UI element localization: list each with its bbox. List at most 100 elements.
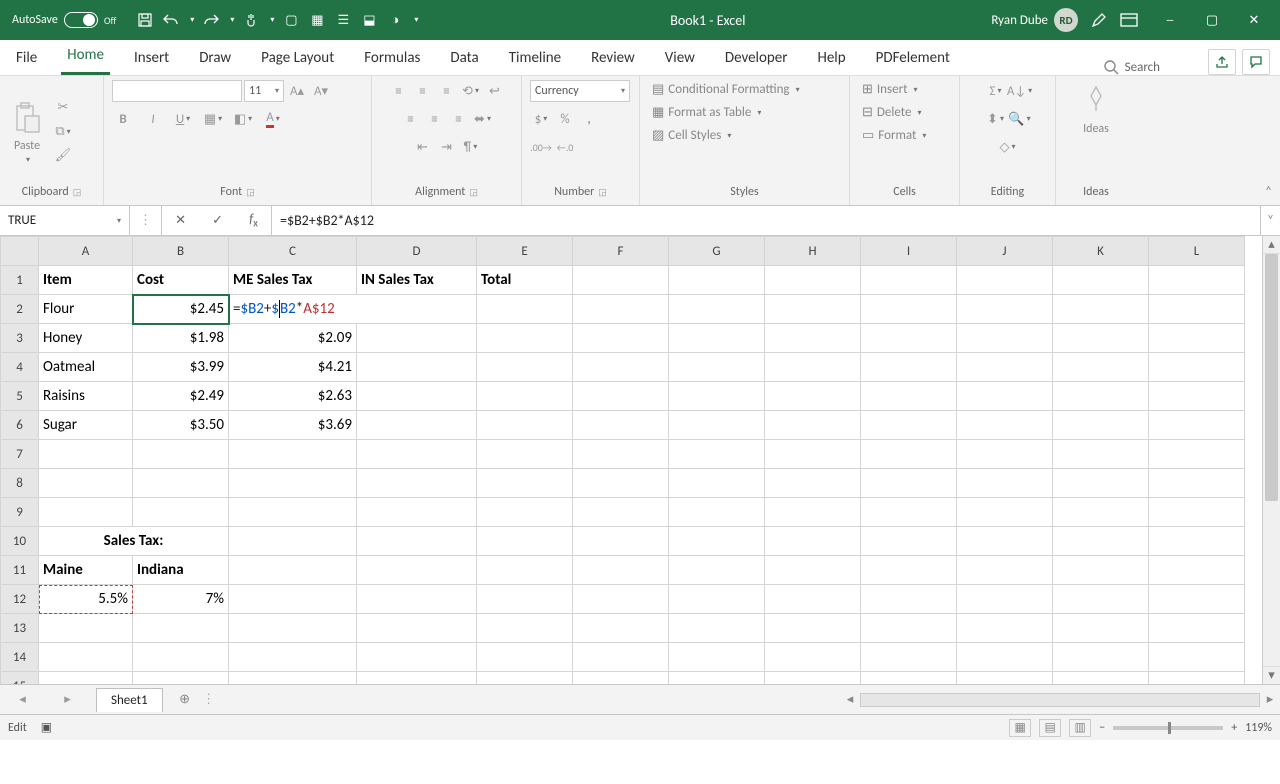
col-header-J[interactable]: J [957,237,1053,266]
cell-E1[interactable]: Total [477,266,573,295]
cell-H1[interactable] [765,266,861,295]
autosave-toggle[interactable]: AutoSave Off [4,12,124,28]
tab-help[interactable]: Help [811,43,851,75]
cell-E2[interactable] [477,295,573,324]
cell-I14[interactable] [861,643,957,672]
cell-I1[interactable] [861,266,957,295]
align-bottom-icon[interactable]: ≡ [436,80,458,102]
namebox-resize-icon[interactable]: ⋮ [130,206,162,235]
cell-K12[interactable] [1053,585,1149,614]
row-header-7[interactable]: 7 [1,440,39,469]
pen-icon[interactable] [1090,11,1108,29]
cell-E5[interactable] [477,382,573,411]
cell-A1[interactable]: Item [39,266,133,295]
alignment-dialog-icon[interactable]: ◲ [469,187,478,198]
format-painter-icon[interactable]: 🖌 [52,145,74,167]
cell-G5[interactable] [669,382,765,411]
cell-J14[interactable] [957,643,1053,672]
undo-icon[interactable] [162,11,180,29]
cell-D11[interactable] [357,556,477,585]
row-header-14[interactable]: 14 [1,643,39,672]
cell-B1[interactable]: Cost [133,266,229,295]
select-all-corner[interactable] [1,237,39,266]
align-center-icon[interactable]: ≡ [424,108,446,130]
cell-H3[interactable] [765,324,861,353]
scroll-up-icon[interactable]: ▴ [1263,236,1280,254]
cell-E4[interactable] [477,353,573,382]
cell-J12[interactable] [957,585,1053,614]
cell-H4[interactable] [765,353,861,382]
borders-icon[interactable]: ▦▾ [202,108,224,130]
cell-C2-editing[interactable]: =$B2+$B2*A$12 [229,295,477,324]
align-left-icon[interactable]: ≡ [400,108,422,130]
enter-formula-icon[interactable]: ✓ [212,213,223,228]
orientation-icon[interactable]: ⟲▾ [460,80,482,102]
align-middle-icon[interactable]: ≡ [412,80,434,102]
cell-K9[interactable] [1053,498,1149,527]
touch-dd-icon[interactable]: ▾ [270,15,274,25]
cell-I6[interactable] [861,411,957,440]
cell-L1[interactable] [1149,266,1245,295]
tab-draw[interactable]: Draw [193,43,237,75]
cell-C1[interactable]: ME Sales Tax [229,266,357,295]
cell-B7[interactable] [133,440,229,469]
cell-K1[interactable] [1053,266,1149,295]
cell-B6[interactable]: $3.50 [133,411,229,440]
row-header-1[interactable]: 1 [1,266,39,295]
paste-icon[interactable] [8,99,46,137]
cell-K2[interactable] [1053,295,1149,324]
cell-J9[interactable] [957,498,1053,527]
cell-E9[interactable] [477,498,573,527]
col-header-A[interactable]: A [39,237,133,266]
sort-filter-icon[interactable]: A↓▾ [1009,80,1031,102]
cell-C3[interactable]: $2.09 [229,324,357,353]
cell-H15[interactable] [765,672,861,685]
cell-A14[interactable] [39,643,133,672]
cell-K10[interactable] [1053,527,1149,556]
fill-color-icon[interactable]: ◧▾ [232,108,254,130]
cell-K14[interactable] [1053,643,1149,672]
wrap-text-icon[interactable]: ↩ [484,80,506,102]
cell-F7[interactable] [573,440,669,469]
cell-B13[interactable] [133,614,229,643]
comma-icon[interactable]: , [578,108,600,130]
cell-K6[interactable] [1053,411,1149,440]
cell-L9[interactable] [1149,498,1245,527]
cell-K3[interactable] [1053,324,1149,353]
cell-C8[interactable] [229,469,357,498]
delete-cells-button[interactable]: ⊟Delete▾ [858,103,925,122]
cell-J15[interactable] [957,672,1053,685]
maximize-icon[interactable]: ▢ [1198,13,1226,28]
cell-H11[interactable] [765,556,861,585]
col-header-K[interactable]: K [1053,237,1149,266]
cell-I15[interactable] [861,672,957,685]
tab-home[interactable]: Home [61,40,110,75]
tab-review[interactable]: Review [585,43,641,75]
cell-L12[interactable] [1149,585,1245,614]
cell-H9[interactable] [765,498,861,527]
number-format-combo[interactable]: Currency▾ [530,80,630,102]
cell-C15[interactable] [229,672,357,685]
row-header-8[interactable]: 8 [1,469,39,498]
cell-E6[interactable] [477,411,573,440]
cell-K8[interactable] [1053,469,1149,498]
cell-A12[interactable]: 5.5% [39,585,133,614]
tab-page-layout[interactable]: Page Layout [255,43,340,75]
qat-icon-2[interactable]: ▦ [308,11,326,29]
col-header-B[interactable]: B [133,237,229,266]
number-dialog-icon[interactable]: ◲ [598,187,607,198]
cell-J7[interactable] [957,440,1053,469]
sheet-tab-sheet1[interactable]: Sheet1 [96,688,163,712]
cell-G12[interactable] [669,585,765,614]
cell-J4[interactable] [957,353,1053,382]
row-header-5[interactable]: 5 [1,382,39,411]
col-header-F[interactable]: F [573,237,669,266]
scroll-down-icon[interactable]: ▾ [1263,666,1280,684]
cell-K11[interactable] [1053,556,1149,585]
cell-D14[interactable] [357,643,477,672]
decrease-decimal-icon[interactable]: ←.0 [554,136,576,158]
cell-F14[interactable] [573,643,669,672]
font-size-combo[interactable]: 11▾ [244,80,284,102]
worksheet-grid[interactable]: A B C D E F G H I J K L 1 Item Cost ME S… [0,236,1262,684]
cell-E7[interactable] [477,440,573,469]
